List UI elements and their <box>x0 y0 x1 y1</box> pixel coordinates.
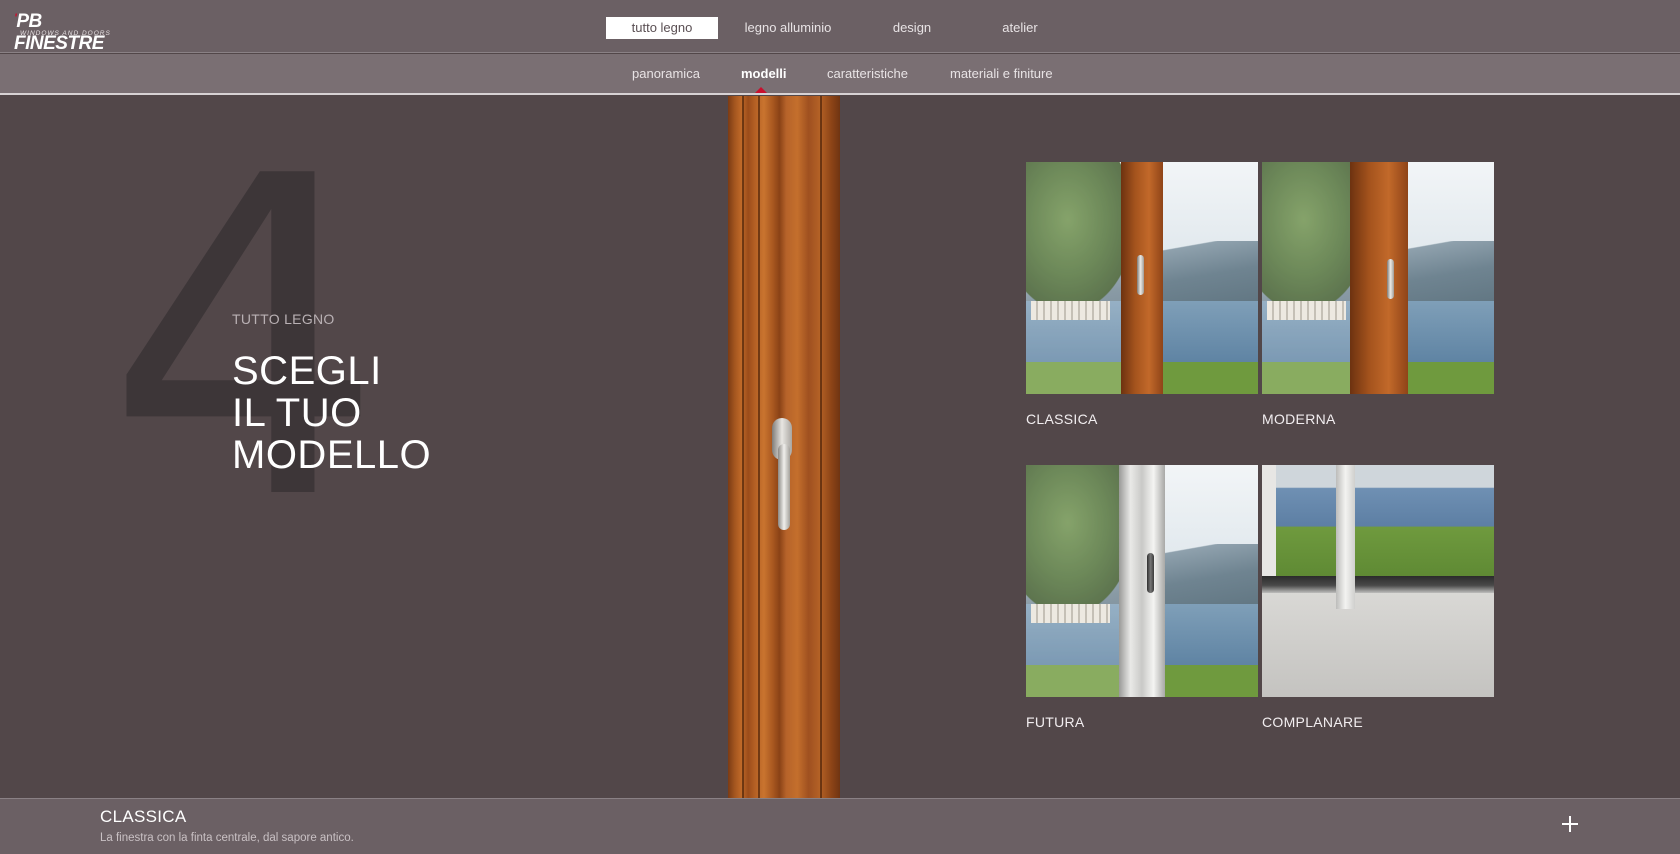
window-handle-icon <box>1387 259 1395 300</box>
model-image-classica <box>1026 162 1258 394</box>
top-bar: 'PB FINESTRE WINDOWS AND DOORS tutto leg… <box>0 0 1680 54</box>
model-label-classica: CLASSICA <box>1026 411 1098 427</box>
window-glass <box>1026 465 1119 697</box>
hero-headline-line-1: SCEGLI <box>232 349 382 393</box>
frame-groove <box>742 96 744 798</box>
model-image-moderna <box>1262 162 1494 394</box>
window-handle-icon <box>1146 553 1154 594</box>
step-number: 4 <box>105 84 385 596</box>
window-sill <box>1262 592 1494 697</box>
selected-model-title: CLASSICA <box>100 807 187 826</box>
subnav-item-materiali-e-finiture[interactable]: materiali e finiture <box>950 66 1053 81</box>
frame-groove <box>758 96 760 798</box>
window-frame <box>1118 465 1166 697</box>
window-handle-icon <box>1137 254 1145 295</box>
hero-headline-line-3: MODELLO <box>232 433 432 477</box>
selected-model-description: La finestra con la finta centrale, dal s… <box>100 832 354 844</box>
model-label-moderna: MODERNA <box>1262 411 1336 427</box>
subnav-item-panoramica[interactable]: panoramica <box>632 66 700 81</box>
hero-kicker: TUTTO LEGNO <box>232 311 335 327</box>
model-image-futura <box>1026 465 1258 697</box>
window-frame <box>1336 465 1355 609</box>
wood-frame-image <box>728 96 840 798</box>
model-card-futura[interactable]: FUTURA <box>1026 465 1258 730</box>
window-frame <box>1350 162 1409 394</box>
window-glass <box>1262 162 1351 394</box>
topnav-item-legno-alluminio[interactable]: legno alluminio <box>732 17 844 39</box>
scene-view <box>1275 465 1494 577</box>
frame-groove <box>820 96 822 798</box>
hero-headline-line-2: IL TUO <box>232 391 362 435</box>
model-label-futura: FUTURA <box>1026 714 1085 730</box>
topnav-item-design[interactable]: design <box>856 17 968 39</box>
model-card-classica[interactable]: CLASSICA <box>1026 162 1258 427</box>
hero-headline: SCEGLI IL TUO MODELLO <box>232 350 431 476</box>
model-card-complanare[interactable]: COMPLANARE <box>1262 465 1494 730</box>
window-glass <box>1026 162 1122 394</box>
topnav-item-atelier[interactable]: atelier <box>964 17 1076 39</box>
subnav-item-caratteristiche[interactable]: caratteristiche <box>827 66 908 81</box>
subnav-item-modelli[interactable]: modelli <box>741 66 787 81</box>
model-label-complanare: COMPLANARE <box>1262 714 1364 730</box>
model-card-moderna[interactable]: MODERNA <box>1262 162 1494 427</box>
topnav-item-tutto-legno[interactable]: tutto legno <box>606 17 718 39</box>
window-handle-grip <box>778 444 790 530</box>
expand-plus-icon[interactable] <box>1558 812 1582 836</box>
top-nav: tutto legno legno alluminio design ateli… <box>0 17 1680 39</box>
model-image-complanare <box>1262 465 1494 697</box>
selected-model-bar: CLASSICA La finestra con la finta centra… <box>0 798 1680 854</box>
active-indicator-caret <box>755 87 767 93</box>
